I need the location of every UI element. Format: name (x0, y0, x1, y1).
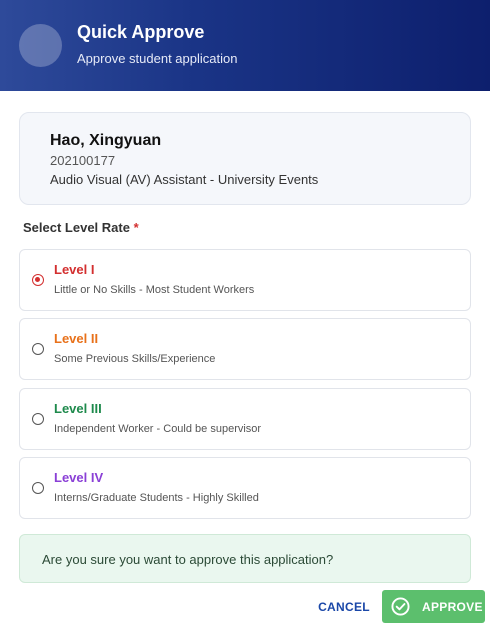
radio-level-2[interactable] (32, 343, 44, 355)
approve-label: APPROVE (422, 600, 483, 614)
student-id: 202100177 (50, 153, 116, 168)
level-option-2[interactable]: Level II Some Previous Skills/Experience (19, 318, 471, 380)
dialog-subtitle: Approve student application (77, 51, 238, 66)
cancel-button[interactable]: CANCEL (312, 596, 376, 618)
student-info-card: Hao, Xingyuan 202100177 Audio Visual (AV… (19, 112, 471, 205)
confirm-message: Are you sure you want to approve this ap… (42, 552, 334, 567)
required-mark: * (133, 220, 139, 235)
level-title: Level III (54, 401, 102, 416)
level-title: Level II (54, 331, 99, 346)
level-title: Level IV (54, 470, 104, 485)
level-description: Little or No Skills - Most Student Worke… (54, 284, 255, 296)
avatar (19, 24, 62, 67)
dialog-header: Quick Approve Approve student applicatio… (0, 0, 490, 91)
level-rate-label: Select Level Rate * (23, 220, 139, 235)
student-position: Audio Visual (AV) Assistant - University… (50, 172, 319, 187)
radio-level-4[interactable] (32, 482, 44, 494)
radio-level-1[interactable] (32, 274, 44, 286)
student-name: Hao, Xingyuan (50, 132, 162, 149)
dialog-title: Quick Approve (77, 22, 205, 42)
level-option-4[interactable]: Level IV Interns/Graduate Students - Hig… (19, 457, 471, 519)
confirm-alert: Are you sure you want to approve this ap… (19, 534, 471, 583)
level-description: Independent Worker - Could be supervisor (54, 423, 262, 435)
level-description: Interns/Graduate Students - Highly Skill… (54, 492, 259, 504)
approve-button[interactable]: APPROVE (382, 590, 485, 623)
check-circle-icon (391, 597, 410, 616)
level-title: Level I (54, 262, 95, 277)
radio-level-3[interactable] (32, 413, 44, 425)
level-option-1[interactable]: Level I Little or No Skills - Most Stude… (19, 249, 471, 311)
level-option-3[interactable]: Level III Independent Worker - Could be … (19, 388, 471, 450)
level-description: Some Previous Skills/Experience (54, 353, 216, 365)
